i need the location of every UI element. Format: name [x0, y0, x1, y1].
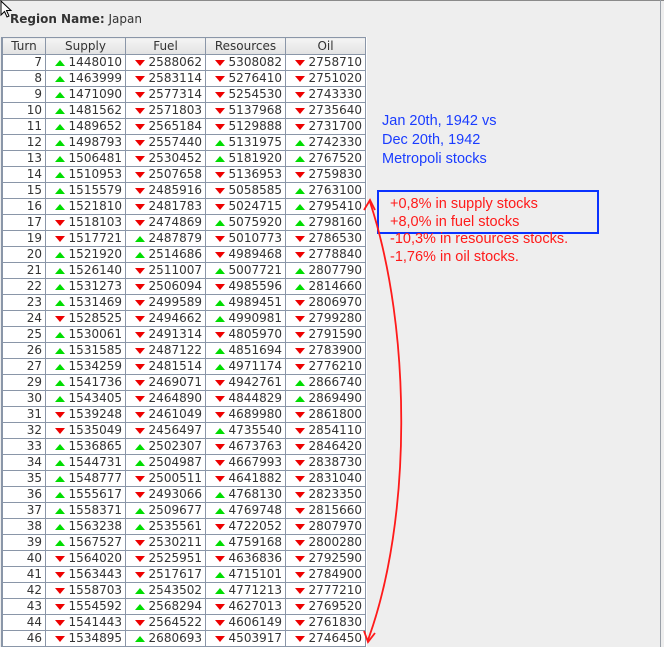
double-arrow-annotation	[363, 198, 403, 644]
